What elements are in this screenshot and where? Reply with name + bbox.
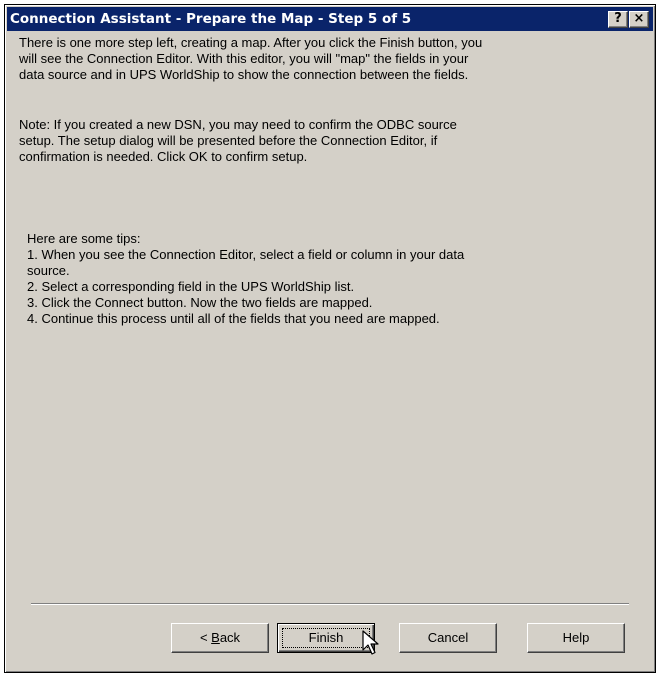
back-prefix: < [199, 630, 212, 645]
help-icon[interactable]: ? [608, 11, 628, 28]
close-icon[interactable]: × [629, 11, 649, 28]
tip-item: 3. Click the Connect button. Now the two… [27, 295, 373, 310]
window-title: Connection Assistant - Prepare the Map -… [10, 11, 412, 27]
connection-assistant-dialog: Connection Assistant - Prepare the Map -… [4, 4, 656, 673]
cancel-label: Cancel [427, 630, 469, 645]
help-label: Help [562, 630, 590, 645]
tip-item: source. [27, 263, 70, 278]
button-separator [31, 603, 629, 605]
back-rest: ack [219, 630, 241, 645]
back-mnemonic: B [211, 630, 220, 645]
intro-line: will see the Connection Editor. With thi… [19, 51, 469, 66]
intro-line: data source and in UPS WorldShip to show… [19, 67, 469, 82]
intro-text: There is one more step left, creating a … [19, 35, 619, 83]
tip-item: 4. Continue this process until all of th… [27, 311, 440, 326]
tip-item: 1. When you see the Connection Editor, s… [27, 247, 465, 262]
tips-section: Here are some tips: 1. When you see the … [27, 231, 617, 327]
finish-button[interactable]: Finish [277, 623, 375, 653]
note-line: setup. The setup dialog will be presente… [19, 133, 438, 148]
mouse-pointer-icon [362, 630, 379, 655]
help-button[interactable]: Help [527, 623, 625, 653]
intro-line: There is one more step left, creating a … [19, 35, 483, 50]
tip-item: 2. Select a corresponding field in the U… [27, 279, 355, 294]
note-line: Note: If you created a new DSN, you may … [19, 117, 457, 132]
note-line: confirmation is needed. Click OK to conf… [19, 149, 308, 164]
focus-rectangle [282, 628, 370, 648]
tips-heading: Here are some tips: [27, 231, 141, 246]
cancel-button[interactable]: Cancel [399, 623, 497, 653]
title-bar[interactable]: Connection Assistant - Prepare the Map -… [7, 7, 653, 31]
back-button[interactable]: < Back [171, 623, 269, 653]
note-text: Note: If you created a new DSN, you may … [19, 117, 619, 165]
